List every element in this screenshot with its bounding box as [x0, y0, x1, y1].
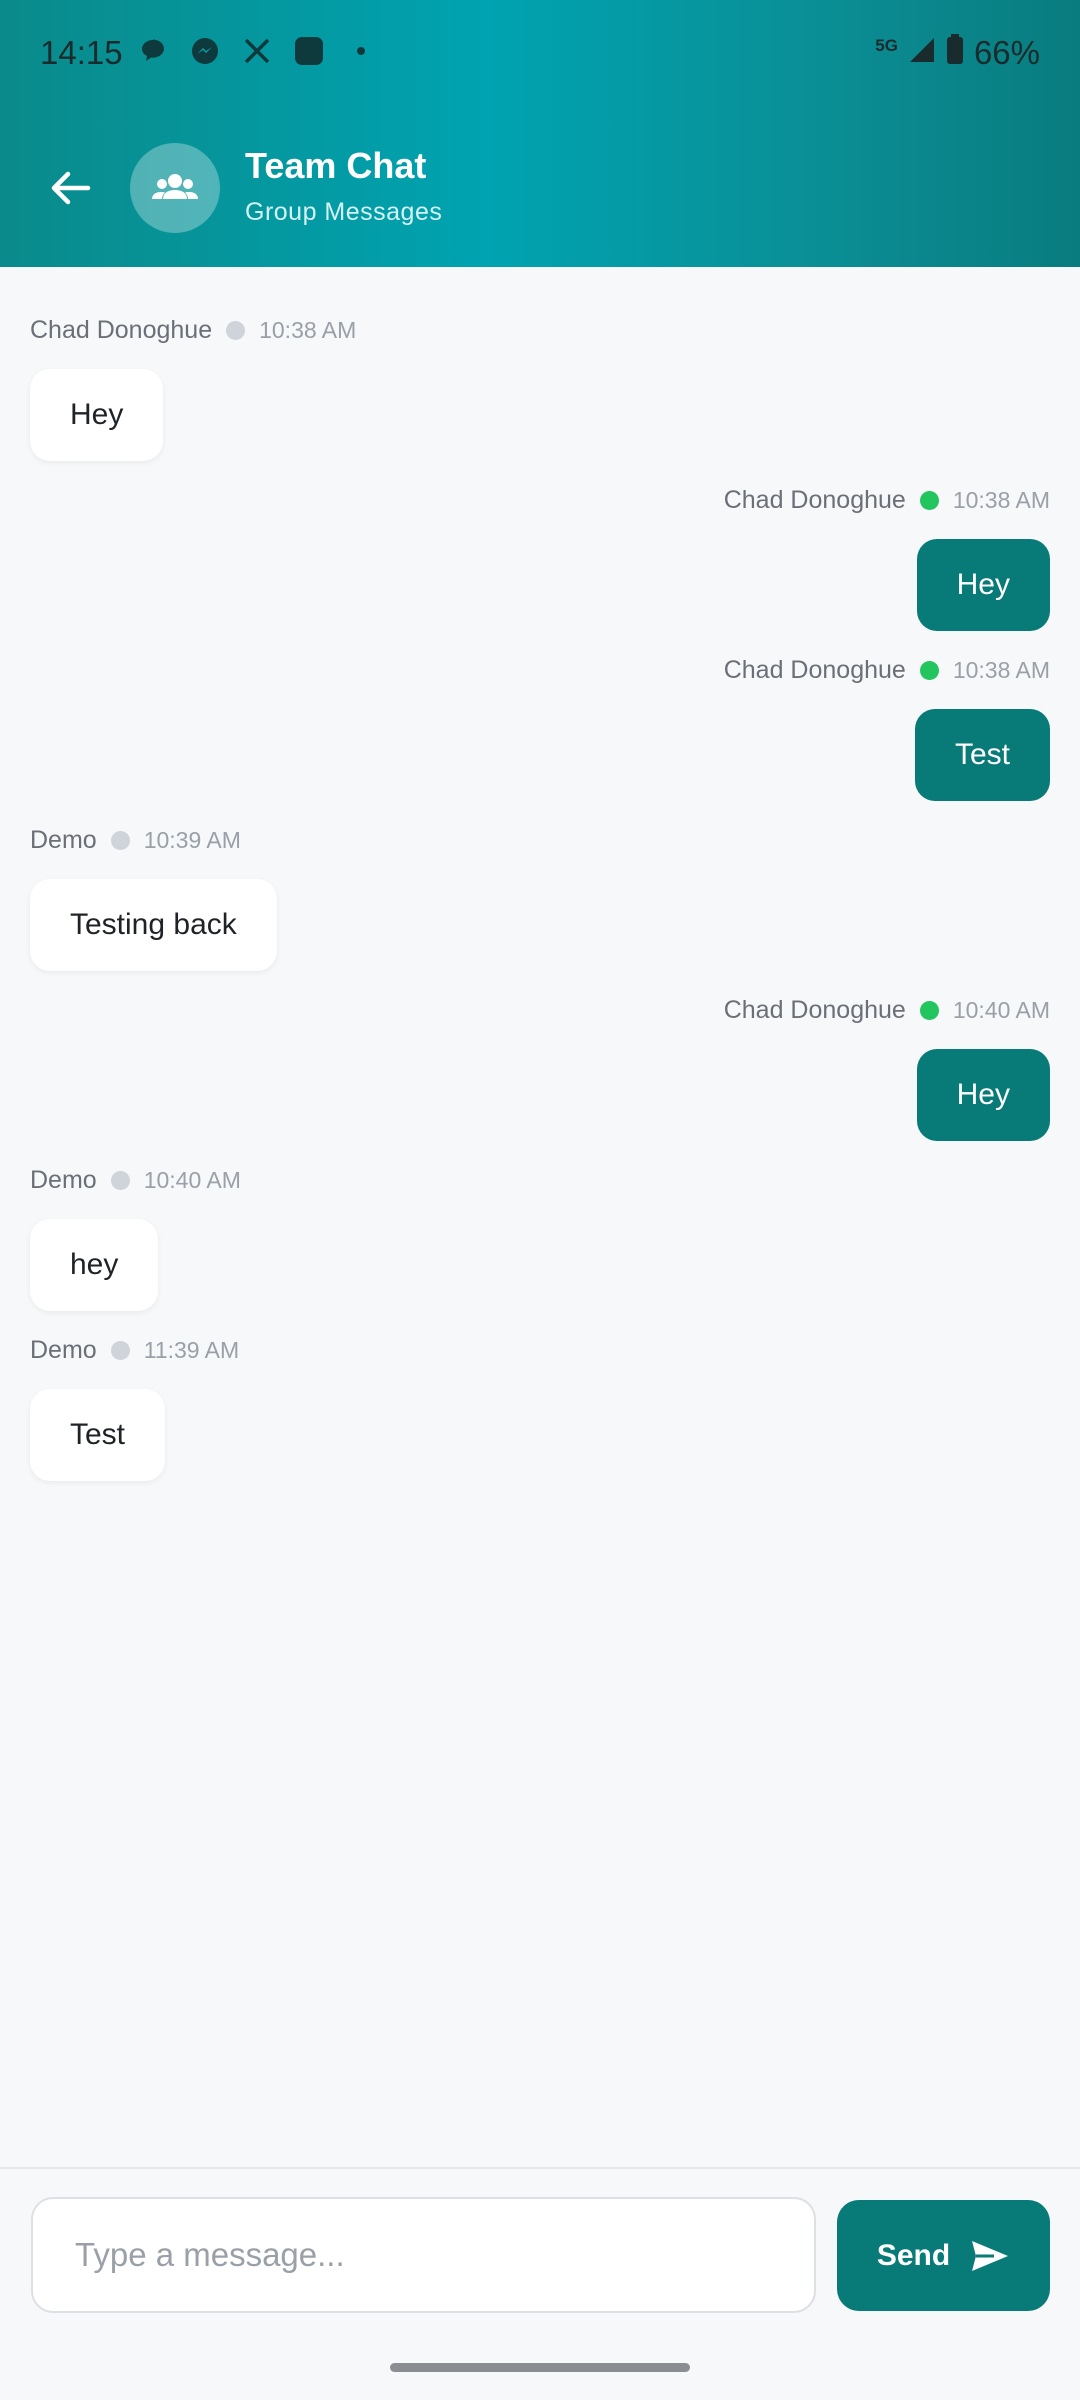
message-bubble[interactable]: hey: [30, 1219, 159, 1311]
message-time: 10:40 AM: [952, 996, 1050, 1023]
send-button[interactable]: Send: [837, 2200, 1050, 2311]
message-meta: Demo 10:40 AM: [30, 1165, 241, 1195]
group-avatar: [130, 143, 220, 233]
home-indicator[interactable]: [390, 2363, 690, 2372]
message-item: Chad Donoghue 10:38 AM Hey: [30, 315, 356, 461]
message-bubble[interactable]: Test: [914, 709, 1050, 801]
sender-name: Chad Donoghue: [723, 485, 906, 514]
message-item: Chad Donoghue 10:38 AM Hey: [724, 485, 1050, 631]
back-button[interactable]: [40, 158, 100, 218]
message-item: Demo 11:39 AM Test: [30, 1335, 239, 1481]
battery-label: 66%: [973, 34, 1040, 71]
message-meta: Chad Donoghue 10:40 AM: [724, 995, 1050, 1025]
app-icon: [292, 34, 326, 68]
presence-dot: [110, 1170, 130, 1190]
message-time: 10:40 AM: [143, 1166, 241, 1193]
sender-name: Chad Donoghue: [30, 315, 213, 344]
arrow-left-icon: [51, 171, 91, 205]
send-label: Send: [876, 2238, 951, 2272]
sender-name: Demo: [30, 1165, 97, 1194]
send-icon: [972, 2240, 1009, 2271]
message-item: Chad Donoghue 10:38 AM Test: [724, 655, 1050, 801]
message-time: 10:39 AM: [143, 826, 241, 853]
app-header: 14:15 5G 66% Team Chat Group Messages: [0, 0, 1080, 267]
presence-dot: [110, 1340, 130, 1360]
message-list[interactable]: Chad Donoghue 10:38 AM Hey Chad Donoghue…: [0, 267, 1080, 2167]
chat-bubble-icon: [136, 34, 170, 68]
message-time: 10:38 AM: [259, 316, 357, 343]
message-meta: Chad Donoghue 10:38 AM: [724, 485, 1050, 515]
status-right: 5G 66%: [875, 34, 1040, 72]
message-bubble[interactable]: Hey: [30, 369, 164, 461]
presence-dot: [919, 490, 939, 510]
messenger-icon: [188, 34, 222, 68]
chat-title: Team Chat: [245, 145, 427, 186]
message-item: Chad Donoghue 10:40 AM Hey: [724, 995, 1050, 1141]
chat-subtitle: Group Messages: [245, 198, 443, 226]
sender-name: Demo: [30, 1335, 97, 1364]
message-bubble[interactable]: Hey: [916, 1049, 1050, 1141]
message-meta: Demo 11:39 AM: [30, 1335, 239, 1365]
network-label: 5G: [875, 36, 898, 55]
message-input[interactable]: [31, 2197, 816, 2313]
sender-name: Chad Donoghue: [723, 995, 906, 1024]
message-time: 10:38 AM: [952, 486, 1050, 513]
sender-name: Demo: [30, 825, 97, 854]
status-time: 14:15: [40, 34, 123, 71]
message-meta: Chad Donoghue 10:38 AM: [724, 655, 1050, 685]
x-icon: [240, 34, 274, 68]
notification-icons: [136, 34, 378, 68]
signal-icon: [908, 34, 936, 72]
message-meta: Chad Donoghue 10:38 AM: [30, 315, 356, 345]
message-bubble[interactable]: Testing back: [30, 879, 277, 971]
status-bar: 14:15 5G 66%: [0, 0, 1080, 110]
presence-dot: [919, 660, 939, 680]
group-icon: [152, 174, 198, 199]
presence-dot: [110, 830, 130, 850]
message-meta: Demo 10:39 AM: [30, 825, 277, 855]
message-item: Demo 10:39 AM Testing back: [30, 825, 277, 971]
battery-icon: [946, 34, 964, 72]
more-dot-icon: [344, 34, 378, 68]
presence-dot: [919, 1000, 939, 1020]
message-time: 10:38 AM: [952, 656, 1050, 683]
sender-name: Chad Donoghue: [723, 655, 906, 684]
message-item: Demo 10:40 AM hey: [30, 1165, 241, 1311]
presence-dot: [226, 320, 246, 340]
message-bubble[interactable]: Test: [30, 1389, 166, 1481]
message-bubble[interactable]: Hey: [916, 539, 1050, 631]
message-time: 11:39 AM: [143, 1336, 240, 1363]
